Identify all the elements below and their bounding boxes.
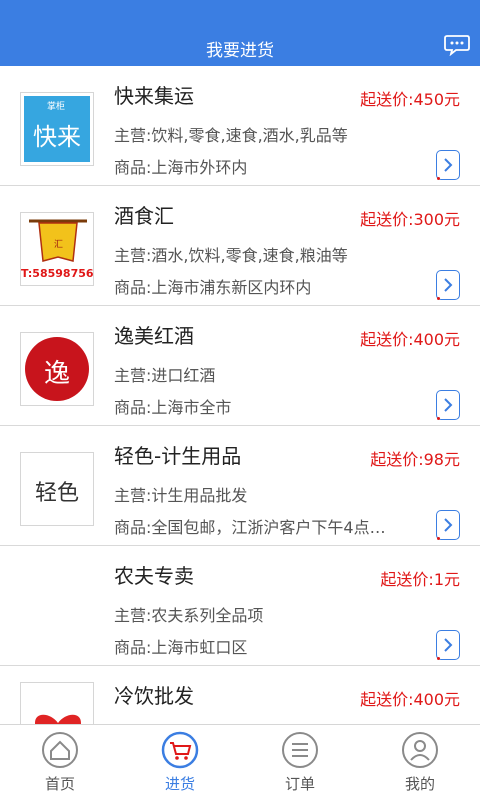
supplier-name: 冷饮批发 — [114, 684, 194, 708]
supplier-name: 快来集运 — [114, 84, 194, 108]
tab-label: 我的 — [404, 775, 435, 793]
main-business: 主营:酒水,饮料,零食,速食,粮油等 — [114, 246, 348, 265]
supplier-row[interactable]: 逸 逸美红酒 起送价:400元 主营:进口红酒 商品:上海市全市 — [0, 306, 480, 426]
delivery-area: 商品:上海市外环内 — [114, 158, 248, 177]
indicator-dot — [437, 417, 440, 420]
indicator-dot — [437, 297, 440, 300]
supplier-row[interactable]: 掌柜 快来 快来集运 起送价:450元 主营:饮料,零食,速食,酒水,乳品等 商… — [0, 66, 480, 186]
delivery-area: 商品:上海市虹口区 — [114, 638, 248, 657]
user-icon — [402, 732, 438, 768]
logo-small-text: 掌柜 — [47, 102, 66, 112]
main-business: 主营:进口红酒 — [114, 366, 216, 385]
supplier-name: 轻色-计生用品 — [114, 444, 242, 468]
tab-label: 进货 — [164, 775, 195, 793]
supplier-logo: 轻色 — [20, 452, 94, 526]
chevron-right-icon — [444, 518, 453, 532]
heart-logo-icon — [35, 714, 81, 724]
supplier-row[interactable]: 农夫专卖 起送价:1元 主营:农夫系列全品项 商品:上海市虹口区 — [0, 546, 480, 666]
logo-text: 轻色 — [34, 481, 79, 506]
svg-text:汇: 汇 — [54, 239, 63, 250]
supplier-logo: 逸 — [20, 332, 94, 406]
supplier-logo: 汇 T:58598756 — [20, 212, 94, 286]
bottom-tab-bar: 首页 进货 订单 我的 — [0, 724, 480, 800]
supplier-name: 酒食汇 — [114, 204, 174, 228]
supplier-row[interactable]: 轻色 轻色-计生用品 起送价:98元 主营:计生用品批发 商品:全国包邮，江浙沪… — [0, 426, 480, 546]
main-business: 主营:饮料,零食,速食,酒水,乳品等 — [114, 126, 348, 145]
page-title: 我要进货 — [206, 41, 274, 61]
supplier-row[interactable]: 汇 T:58598756 酒食汇 起送价:300元 主营:酒水,饮料,零食,速食… — [0, 186, 480, 306]
enter-store-button[interactable] — [436, 630, 460, 660]
tab-profile[interactable]: 我的 — [360, 725, 480, 800]
supplier-list[interactable]: 掌柜 快来 快来集运 起送价:450元 主营:饮料,零食,速食,酒水,乳品等 商… — [0, 66, 480, 724]
chevron-right-icon — [444, 398, 453, 412]
indicator-dot — [437, 657, 440, 660]
supplier-logo: 掌柜 快来 — [20, 92, 94, 166]
banner-flag-icon: 汇 — [29, 219, 87, 262]
main-business: 主营:计生用品批发 — [114, 486, 248, 505]
list-icon — [282, 732, 318, 768]
min-order-price: 起送价:450元 — [360, 90, 460, 109]
top-bar: 我要进货 — [0, 0, 480, 66]
min-order-price: 起送价:400元 — [360, 690, 460, 709]
min-order-price: 起送价:400元 — [360, 330, 460, 349]
indicator-dot — [437, 177, 440, 180]
min-order-price: 起送价:300元 — [360, 210, 460, 229]
tab-home[interactable]: 首页 — [0, 725, 120, 800]
main-business: 主营:农夫系列全品项 — [114, 606, 264, 625]
enter-store-button[interactable] — [436, 390, 460, 420]
home-icon — [42, 732, 78, 768]
tab-label: 首页 — [44, 775, 75, 793]
chevron-right-icon — [444, 158, 453, 172]
supplier-name: 逸美红酒 — [114, 324, 194, 348]
logo-text: T:58598756 — [21, 267, 94, 280]
tab-purchase[interactable]: 进货 — [120, 725, 240, 800]
cart-icon — [161, 731, 199, 769]
enter-store-button[interactable] — [436, 510, 460, 540]
supplier-logo — [20, 682, 94, 724]
chat-icon[interactable] — [444, 34, 470, 57]
indicator-dot — [437, 537, 440, 540]
logo-text: 逸 — [43, 359, 70, 389]
tab-label: 订单 — [284, 775, 315, 793]
min-order-price: 起送价:98元 — [370, 450, 460, 469]
chevron-right-icon — [444, 638, 453, 652]
delivery-area: 商品:上海市全市 — [114, 398, 232, 417]
chevron-right-icon — [444, 278, 453, 292]
supplier-name: 农夫专卖 — [114, 564, 194, 588]
supplier-row[interactable]: 冷饮批发 起送价:400元 — [0, 666, 480, 724]
enter-store-button[interactable] — [436, 270, 460, 300]
logo-text: 快来 — [33, 123, 81, 151]
delivery-area: 商品:上海市浦东新区内环内 — [114, 278, 312, 297]
delivery-area: 商品:全国包邮，江浙沪客户下午4点… — [114, 518, 386, 537]
enter-store-button[interactable] — [436, 150, 460, 180]
tab-orders[interactable]: 订单 — [240, 725, 360, 800]
min-order-price: 起送价:1元 — [380, 570, 460, 589]
